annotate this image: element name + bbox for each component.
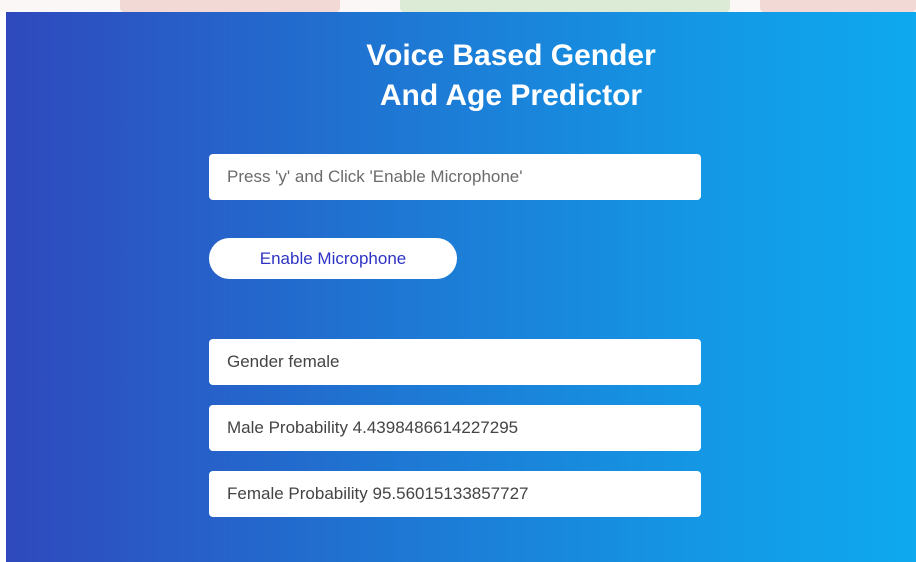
title-line-2: And Age Predictor [379,79,643,112]
enable-microphone-button[interactable]: Enable Microphone [209,238,457,279]
page-title: Voice Based Gender And Age Predictor [206,36,816,116]
watermark-shape [400,0,730,12]
title-line-1: Voice Based Gender [366,39,656,72]
app-panel: Voice Based Gender And Age Predictor Pre… [6,12,916,562]
watermark-shape [760,0,916,12]
watermark-shape [120,0,340,12]
male-probability-field: Male Probability 4.4398486614227295 [209,405,701,451]
female-probability-field: Female Probability 95.56015133857727 [209,471,701,517]
watermark-strip [0,0,916,12]
gender-result-field: Gender female [209,339,701,385]
instruction-input[interactable]: Press 'y' and Click 'Enable Microphone' [209,154,701,200]
